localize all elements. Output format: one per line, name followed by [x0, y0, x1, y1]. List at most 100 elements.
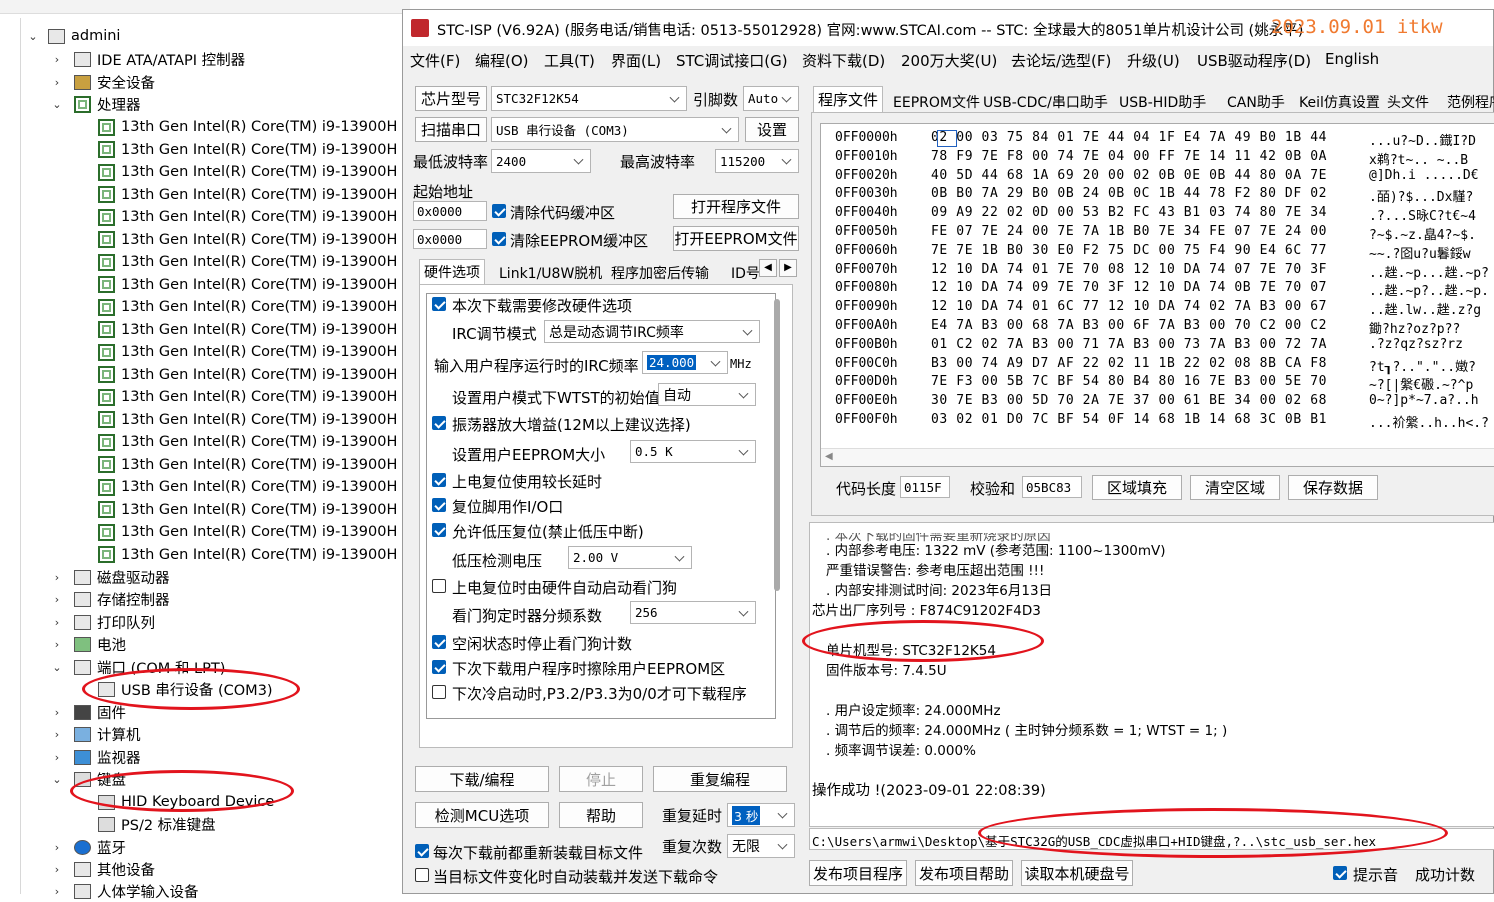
wdt-div-select[interactable]: 256 — [630, 601, 756, 624]
tree-item-cpu[interactable]: 13th Gen Intel(R) Core(TM) i9-13900H — [98, 161, 397, 183]
menu-tools[interactable]: 工具(T) — [544, 50, 595, 71]
menu-english[interactable]: English — [1325, 50, 1379, 68]
reset-io-checkbox[interactable] — [432, 498, 446, 512]
menu-award[interactable]: 200万大奖(U) — [901, 50, 997, 71]
open-eeprom-file-button[interactable]: 打开EEPROM文件 — [673, 226, 799, 251]
tree-item-cpu[interactable]: 13th Gen Intel(R) Core(TM) i9-13900H — [98, 521, 397, 543]
menu-file[interactable]: 文件(F) — [410, 50, 460, 71]
lvd-select[interactable]: 2.00 V — [568, 546, 692, 569]
menu-debug[interactable]: STC调试接口(G) — [676, 50, 788, 71]
chip-model-select[interactable]: STC32F12K54 — [491, 86, 687, 111]
repeat-count-select[interactable]: 无限 — [727, 834, 795, 858]
open-program-file-button[interactable]: 打开程序文件 — [673, 194, 799, 219]
tree-item-cpu[interactable]: 13th Gen Intel(R) Core(TM) i9-13900H — [98, 274, 397, 296]
chevron-right-icon[interactable]: › — [52, 571, 62, 584]
log-output[interactable]: . 本次下载的固件需要重新烧录的原因 . 内部参考电压: 1322 mV (参考… — [809, 522, 1494, 827]
help-button[interactable]: 帮助 — [559, 802, 643, 828]
options-scrollbar[interactable] — [774, 299, 780, 591]
tab-keil-sim[interactable]: Keil仿真设置 — [1295, 90, 1384, 114]
chip-model-button[interactable]: 芯片型号 — [415, 86, 487, 111]
repeat-delay-select[interactable]: 3 秒 — [727, 803, 795, 827]
tab-examples[interactable]: 范例程序 — [1443, 90, 1494, 114]
wtst-select[interactable]: 自动 — [658, 383, 756, 406]
settings-button[interactable]: 设置 — [745, 117, 799, 142]
tree-item-print[interactable]: › 打印队列 — [52, 611, 155, 633]
chevron-right-icon[interactable]: › — [52, 616, 62, 629]
hex-view[interactable]: 0FF0000h 02 00 03 75 84 01 7E 44 04 1F E4… — [820, 123, 1494, 467]
tree-item-monitor[interactable]: › 监视器 — [52, 746, 141, 768]
save-data-button[interactable]: 保存数据 — [1288, 475, 1378, 500]
tree-item-ps2-keyboard[interactable]: PS/2 标准键盘 — [98, 813, 216, 835]
tab-link1-offline[interactable]: Link1/U8W脱机 — [495, 261, 606, 285]
chevron-right-icon[interactable]: › — [52, 751, 62, 764]
menu-program[interactable]: 编程(O) — [475, 50, 529, 71]
max-baud-select[interactable]: 115200 — [715, 149, 799, 173]
menu-interface[interactable]: 界面(L) — [611, 50, 661, 71]
tree-item-bluetooth[interactable]: › 蓝牙 — [52, 836, 126, 858]
tab-eeprom-file[interactable]: EEPROM文件 — [889, 90, 984, 114]
chevron-right-icon[interactable]: › — [52, 706, 62, 719]
fill-area-button[interactable]: 区域填充 — [1092, 475, 1182, 500]
chevron-right-icon[interactable]: › — [52, 863, 62, 876]
stop-button[interactable]: 停止 — [559, 766, 643, 792]
read-disk-id-button[interactable]: 读取本机硬盘号 — [1021, 860, 1133, 886]
hex-hscrollbar[interactable]: ◀ — [821, 448, 1494, 466]
eeprom-size-select[interactable]: 0.5 K — [630, 440, 756, 463]
tree-item-other[interactable]: › 其他设备 — [52, 858, 155, 880]
check-mcu-button[interactable]: 检测MCU选项 — [415, 802, 549, 828]
tree-item-cpu[interactable]: 13th Gen Intel(R) Core(TM) i9-13900H — [98, 116, 397, 138]
osc-gain-checkbox[interactable] — [432, 416, 446, 430]
tree-item-computer[interactable]: › 计算机 — [52, 723, 141, 745]
chevron-right-icon[interactable]: › — [52, 885, 62, 898]
tree-item-cpu[interactable]: 13th Gen Intel(R) Core(TM) i9-13900H — [98, 184, 397, 206]
tree-item-cpu[interactable]: 13th Gen Intel(R) Core(TM) i9-13900H — [98, 476, 397, 498]
download-program-button[interactable]: 下载/编程 — [415, 766, 549, 792]
idle-wdt-checkbox[interactable] — [432, 635, 446, 649]
chevron-down-icon[interactable]: ⌄ — [28, 30, 38, 43]
min-baud-select[interactable]: 2400 — [491, 149, 591, 173]
chevron-right-icon[interactable]: › — [52, 728, 62, 741]
auto-send-checkbox[interactable] — [415, 868, 429, 882]
tree-item-storage[interactable]: › 存储控制器 — [52, 588, 170, 610]
tree-item-security[interactable]: › 安全设备 — [52, 71, 155, 93]
tab-header-file[interactable]: 头文件 — [1383, 90, 1433, 114]
tab-program-file[interactable]: 程序文件 — [813, 86, 884, 113]
tree-item-cpu[interactable]: 13th Gen Intel(R) Core(TM) i9-13900H — [98, 251, 397, 273]
tree-item-cpu[interactable]: 13th Gen Intel(R) Core(TM) i9-13900H — [98, 431, 397, 453]
chevron-right-icon[interactable]: › — [52, 593, 62, 606]
clear-code-checkbox[interactable] — [492, 204, 506, 218]
tree-item-cpu[interactable]: 13th Gen Intel(R) Core(TM) i9-13900H — [98, 454, 397, 476]
port-select[interactable]: USB 串行设备 (COM3) — [491, 117, 739, 142]
menu-forum[interactable]: 去论坛/选型(F) — [1011, 50, 1111, 71]
tab-can[interactable]: CAN助手 — [1223, 90, 1289, 114]
erase-eeprom-checkbox[interactable] — [432, 660, 446, 674]
tree-item-firmware[interactable]: › 固件 — [52, 701, 126, 723]
tab-usb-hid[interactable]: USB-HID助手 — [1115, 90, 1210, 114]
irc-freq-select[interactable]: 24.000 — [642, 351, 728, 374]
long-reset-checkbox[interactable] — [432, 473, 446, 487]
code-start-address-input[interactable]: 0x0000 — [413, 201, 487, 221]
chevron-right-icon[interactable]: › — [52, 841, 62, 854]
irc-mode-select[interactable]: 总是动态调节IRC频率 — [544, 320, 760, 343]
chevron-right-icon[interactable]: › — [52, 638, 62, 651]
cold-boot-checkbox[interactable] — [432, 685, 446, 699]
tree-item-hid[interactable]: › 人体学输入设备 — [52, 880, 199, 902]
tree-item-cpu[interactable]: 13th Gen Intel(R) Core(TM) i9-13900H — [98, 544, 397, 566]
tree-item-cpu[interactable]: 13th Gen Intel(R) Core(TM) i9-13900H — [98, 139, 397, 161]
menu-download[interactable]: 资料下载(D) — [802, 50, 885, 71]
tree-item-cpu[interactable]: 13th Gen Intel(R) Core(TM) i9-13900H — [98, 319, 397, 341]
scan-port-button[interactable]: 扫描串口 — [415, 117, 487, 142]
tree-item-ide[interactable]: › IDE ATA/ATAPI 控制器 — [52, 48, 245, 70]
pin-count-select[interactable]: Auto — [743, 86, 799, 111]
chevron-right-icon[interactable]: › — [52, 53, 62, 66]
tab-usb-cdc-serial[interactable]: USB-CDC/串口助手 — [979, 90, 1112, 114]
lvr-checkbox[interactable] — [432, 523, 446, 537]
reload-each-checkbox[interactable] — [415, 844, 429, 858]
tree-item-cpu[interactable]: 13th Gen Intel(R) Core(TM) i9-13900H — [98, 296, 397, 318]
tree-item-cpu[interactable]: 13th Gen Intel(R) Core(TM) i9-13900H — [98, 206, 397, 228]
tree-item-cpu[interactable]: 13th Gen Intel(R) Core(TM) i9-13900H — [98, 341, 397, 363]
menu-usb-driver[interactable]: USB驱动程序(D) — [1197, 50, 1311, 71]
tab-scroll-right-icon[interactable]: ▶ — [779, 259, 797, 277]
tree-item-battery[interactable]: › 电池 — [52, 633, 126, 655]
chevron-right-icon[interactable]: › — [52, 76, 62, 89]
